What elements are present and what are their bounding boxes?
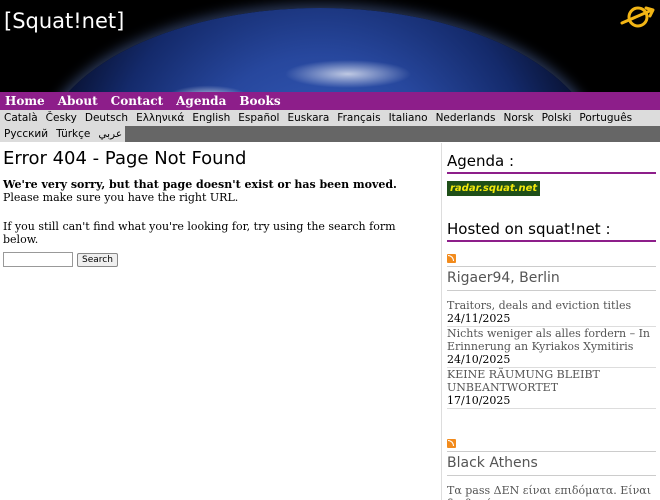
rss-icon[interactable] — [447, 439, 456, 448]
lang-catala[interactable]: Català — [0, 112, 42, 124]
check-url-message: Please make sure you have the right URL. — [3, 191, 239, 204]
language-bar: Català Česky Deutsch Ελληνικά English Es… — [0, 110, 660, 142]
sorry-message: We're very sorry, but that page doesn't … — [3, 178, 397, 191]
sidebar: Agenda : radar.squat.net Hosted on squat… — [447, 152, 656, 500]
feed-title[interactable]: Rigaer94, Berlin — [447, 266, 656, 291]
main-content: Error 404 - Page Not Found We're very so… — [3, 148, 433, 267]
nav-home[interactable]: Home — [5, 94, 45, 108]
site-title[interactable]: [Squat!net] — [4, 9, 124, 33]
nav-books[interactable]: Books — [239, 94, 280, 108]
lang-cesky[interactable]: Česky — [42, 112, 81, 124]
feed-black-athens: Black Athens Τα pass ΔΕΝ είναι επιδόματα… — [447, 439, 656, 500]
search-button[interactable]: Search — [77, 252, 118, 267]
feed-item-title[interactable]: Τα pass ΔΕΝ είναι επιδόματα. Είναι διαβα… — [447, 484, 656, 500]
lang-polski[interactable]: Polski — [538, 112, 576, 124]
page-title: Error 404 - Page Not Found — [3, 148, 247, 169]
main-navigation: Home About Contact Agenda Books — [0, 92, 660, 110]
radar-link[interactable]: radar.squat.net — [447, 181, 541, 196]
feed-item-date: 24/10/2025 — [447, 353, 511, 366]
feed-item-date: 17/10/2025 — [447, 394, 511, 407]
lang-italiano[interactable]: Italiano — [385, 112, 432, 124]
feed-rigaer94: Rigaer94, Berlin Traitors, deals and evi… — [447, 254, 656, 409]
list-item: Nichts weniger als alles fordern – In Er… — [447, 327, 656, 368]
lang-greek[interactable]: Ελληνικά — [132, 112, 188, 124]
list-item: Τα pass ΔΕΝ είναι επιδόματα. Είναι διαβα… — [447, 484, 656, 500]
language-row-2: Русский Türkçe عربي — [0, 126, 660, 142]
lang-nederlands[interactable]: Nederlands — [432, 112, 500, 124]
lang-deutsch[interactable]: Deutsch — [81, 112, 132, 124]
search-input[interactable] — [3, 252, 73, 267]
search-hint: If you still can't find what you're look… — [3, 220, 396, 246]
language-row-1: Català Česky Deutsch Ελληνικά English Es… — [0, 110, 660, 126]
lang-francais[interactable]: Français — [333, 112, 384, 124]
list-item: KEINE RÄUMUNG BLEIBT UNBEANTWORTET 17/10… — [447, 368, 656, 409]
nav-contact[interactable]: Contact — [111, 94, 163, 108]
lang-euskara[interactable]: Euskara — [283, 112, 333, 124]
site-header: [Squat!net] — [0, 0, 660, 92]
search-form: Search — [3, 252, 433, 267]
lang-portugues[interactable]: Português — [575, 112, 636, 124]
nav-about[interactable]: About — [58, 94, 98, 108]
list-item: Traitors, deals and eviction titles 24/1… — [447, 299, 656, 327]
squat-symbol-icon[interactable] — [620, 5, 656, 29]
hosted-heading: Hosted on squat!net : — [447, 220, 656, 242]
sidebar-divider — [441, 143, 442, 500]
lang-turkce[interactable]: Türkçe — [52, 128, 94, 140]
lang-russian[interactable]: Русский — [0, 128, 52, 140]
feed-item-title[interactable]: Nichts weniger als alles fordern – In Er… — [447, 327, 656, 353]
lang-arabic[interactable]: عربي — [94, 128, 126, 140]
lang-english[interactable]: English — [188, 112, 234, 124]
lang-norsk[interactable]: Norsk — [499, 112, 537, 124]
feed-item-date: 24/11/2025 — [447, 312, 511, 325]
feed-item-title[interactable]: KEINE RÄUMUNG BLEIBT UNBEANTWORTET — [447, 368, 656, 394]
agenda-heading: Agenda : — [447, 152, 656, 174]
rss-icon[interactable] — [447, 254, 456, 263]
feed-item-title[interactable]: Traitors, deals and eviction titles — [447, 299, 656, 312]
feed-title[interactable]: Black Athens — [447, 451, 656, 476]
lang-espanol[interactable]: Español — [234, 112, 283, 124]
nav-agenda[interactable]: Agenda — [176, 94, 226, 108]
